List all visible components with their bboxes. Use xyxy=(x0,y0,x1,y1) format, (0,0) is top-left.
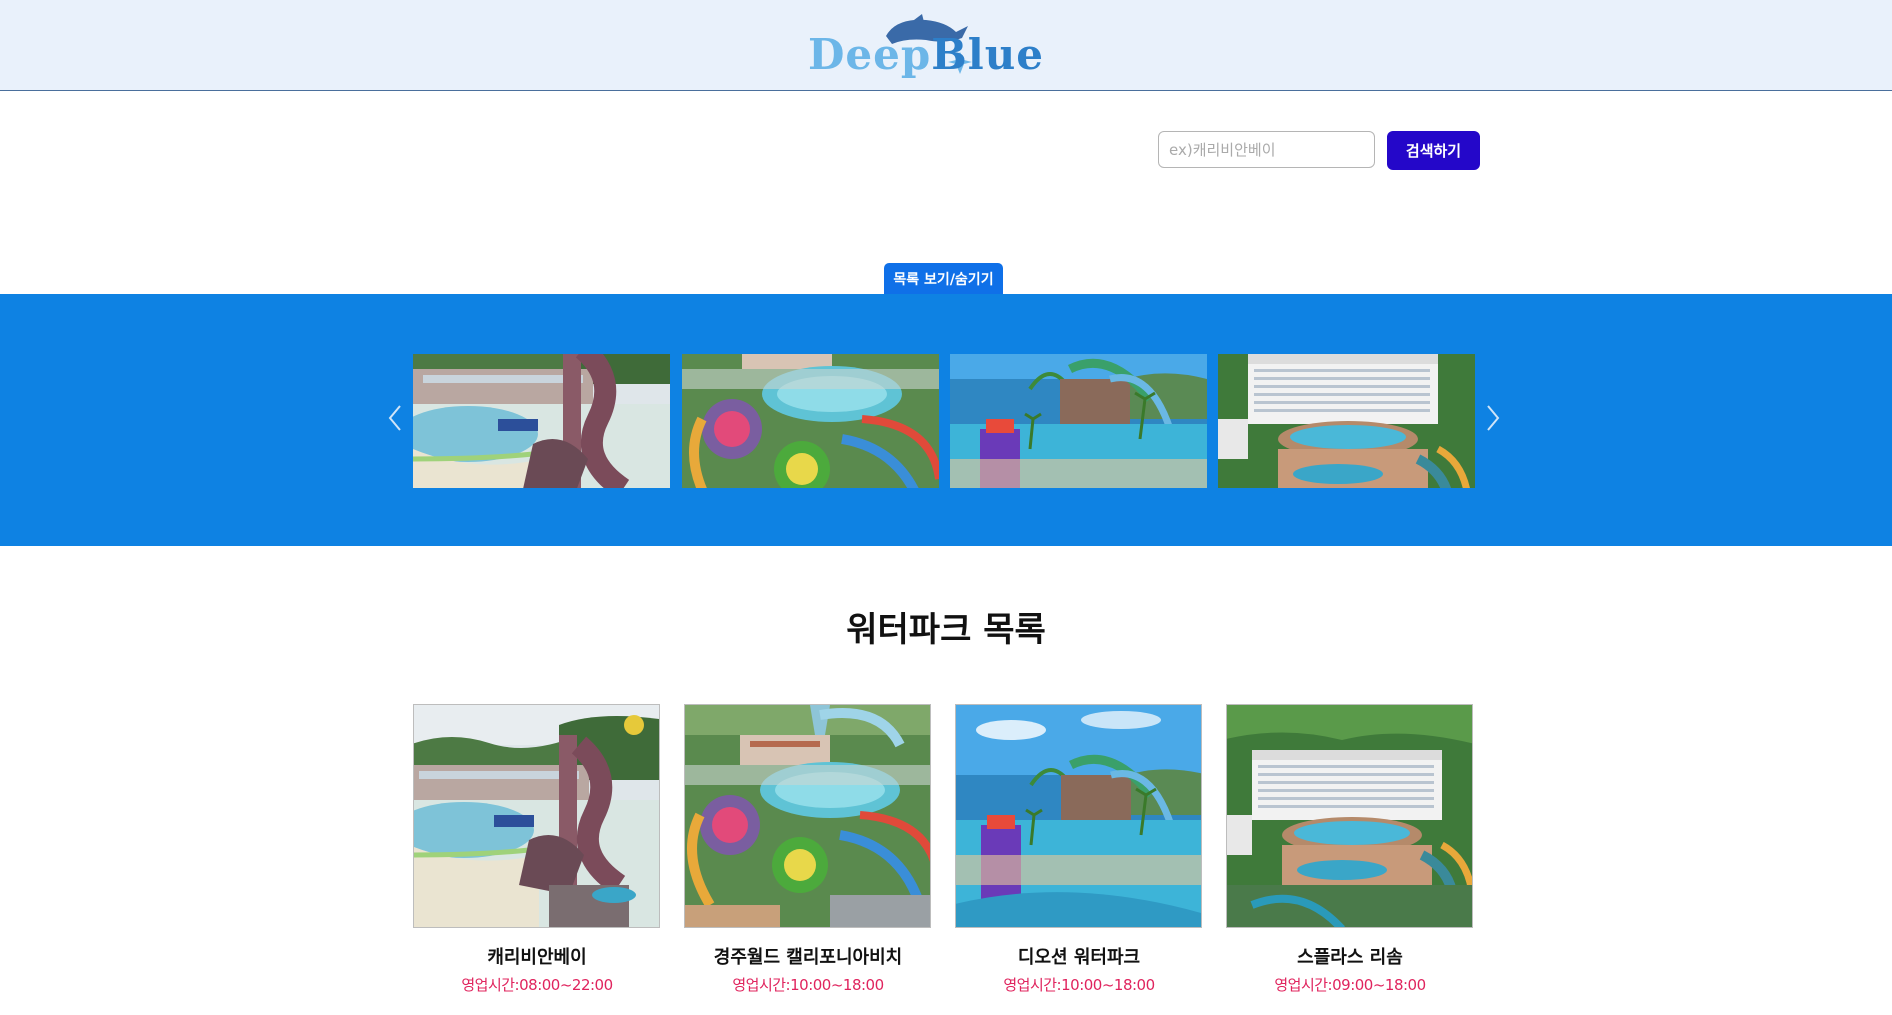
card-hours: 영업시간:10:00~18:00 xyxy=(1003,976,1155,994)
gyeongju-california-beach-photo xyxy=(682,354,939,488)
card-image[interactable] xyxy=(955,704,1202,928)
logo-wordmark: DeepBlue xyxy=(808,34,1044,76)
search-input[interactable] xyxy=(1158,131,1375,168)
caribbean-bay-photo xyxy=(413,354,670,488)
card-name[interactable]: 캐리비안베이 xyxy=(407,943,667,969)
logo-word-blue: Blue xyxy=(931,30,1044,79)
carousel-slide[interactable] xyxy=(413,354,670,488)
splas-resom-photo xyxy=(1218,354,1475,488)
card-hours: 영업시간:09:00~18:00 xyxy=(1274,976,1426,994)
chevron-left-icon[interactable] xyxy=(385,400,405,436)
toggle-list-button[interactable]: 목록 보기/숨기기 xyxy=(884,263,1003,294)
carousel-slide[interactable] xyxy=(950,354,1207,488)
logo-word-deep: Deep xyxy=(808,30,932,79)
caribbean-bay-photo xyxy=(414,705,660,928)
card-name[interactable]: 경주월드 캘리포니아비치 xyxy=(678,943,938,969)
card-name[interactable]: 디오션 워터파크 xyxy=(949,943,1209,969)
splas-resom-photo xyxy=(1227,705,1473,928)
site-header: DeepBlue xyxy=(0,0,1892,91)
card-name[interactable]: 스플라스 리솜 xyxy=(1220,943,1480,969)
carousel-slide[interactable] xyxy=(1218,354,1475,488)
section-title: 워터파크 목록 xyxy=(846,610,1046,650)
card-image[interactable] xyxy=(684,704,931,928)
card-image[interactable] xyxy=(413,704,660,928)
the-ocean-waterpark-photo xyxy=(956,705,1202,928)
carousel-banner xyxy=(0,294,1892,546)
card-hours: 영업시간:08:00~22:00 xyxy=(461,976,613,994)
the-ocean-waterpark-photo xyxy=(950,354,1207,488)
search-button[interactable]: 검색하기 xyxy=(1387,131,1480,170)
site-logo[interactable]: DeepBlue xyxy=(806,14,1043,80)
gyeongju-california-beach-photo xyxy=(685,705,931,928)
card-image[interactable] xyxy=(1226,704,1473,928)
card-hours: 영업시간:10:00~18:00 xyxy=(732,976,884,994)
carousel-slide[interactable] xyxy=(682,354,939,488)
chevron-right-icon[interactable] xyxy=(1483,400,1503,436)
